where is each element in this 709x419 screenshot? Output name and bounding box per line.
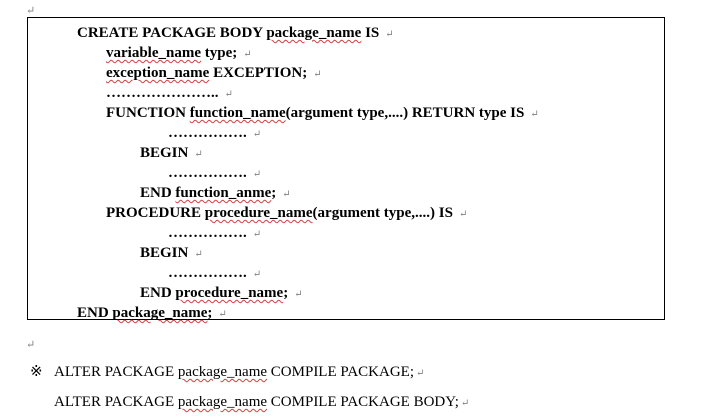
paragraph-mark: ↵ [252, 129, 262, 140]
paragraph-mark: ↵ [282, 189, 291, 200]
code-text: BEGIN [140, 145, 189, 161]
paragraph-mark: ↵ [416, 368, 425, 379]
code-text: END [77, 305, 113, 321]
paragraph-mark: ↵ [243, 49, 252, 60]
reference-mark-icon: ※ [30, 364, 43, 380]
paragraph-mark: ↵ [460, 398, 470, 409]
code-line: END package_name; ↵ [77, 303, 227, 323]
code-line: ……………. ↵ [168, 163, 261, 183]
code-text: PROCEDURE [106, 205, 205, 221]
code-identifier: variable_name [106, 45, 201, 61]
code-text: ; [283, 285, 289, 301]
paragraph-mark: ↵ [26, 339, 36, 351]
paragraph-mark: ↵ [26, 5, 36, 17]
paragraph-mark: ↵ [313, 69, 322, 80]
code-block: CREATE PACKAGE BODY package_name IS ↵ vari… [27, 17, 665, 323]
code-text: END [140, 185, 176, 201]
code-text: IS [361, 25, 380, 41]
code-text: END [140, 285, 176, 301]
paragraph-mark: ↵ [252, 269, 262, 280]
code-text: type; [201, 45, 238, 61]
code-line: BEGIN ↵ [140, 243, 203, 263]
paragraph-mark: ↵ [294, 289, 303, 300]
code-text: ALTER PACKAGE [54, 364, 178, 380]
paragraph-mark: ↵ [194, 249, 203, 260]
code-line: ……………. ↵ [168, 123, 261, 143]
paragraph-mark: ↵ [224, 89, 233, 100]
code-identifier: package_name [177, 364, 268, 380]
code-line: END procedure_name; ↵ [140, 283, 303, 303]
paragraph-mark: ↵ [458, 209, 468, 220]
paragraph-mark: ↵ [385, 29, 394, 40]
code-identifier: function_anme [175, 185, 272, 201]
code-line: ……………. ↵ [168, 263, 261, 283]
code-text: COMPILE PACKAGE BODY; [267, 394, 459, 410]
code-identifier: package_name [266, 25, 362, 41]
paragraph-mark: ↵ [218, 309, 227, 320]
code-line: ………………….. ↵ [106, 83, 233, 103]
code-text: FUNCTION [106, 105, 190, 121]
paragraph-mark: ↵ [194, 149, 203, 160]
code-line: exception_name EXCEPTION; ↵ [106, 63, 322, 83]
code-identifier: procedure_name [175, 285, 284, 301]
code-identifier: procedure_name [204, 205, 313, 221]
code-line: END function_anme; ↵ [140, 183, 291, 203]
paragraph-mark: ↵ [530, 109, 539, 120]
code-identifier: package_name [177, 394, 268, 410]
code-text: ……………. [168, 225, 247, 241]
code-text: ………………….. [106, 85, 219, 101]
paragraph-mark: ↵ [252, 229, 262, 240]
note-line: ALTER PACKAGE package_name COMPILE PACKA… [0, 392, 469, 414]
paragraph-mark: ↵ [252, 169, 262, 180]
code-text: ; [207, 305, 213, 321]
code-text: ……………. [168, 265, 247, 281]
code-identifier: exception_name [106, 65, 210, 81]
note-line: ※ ALTER PACKAGE package_name COMPILE PACK… [0, 362, 424, 384]
code-text: ; [271, 185, 277, 201]
code-text: ……………. [168, 165, 247, 181]
code-identifier: function_name [189, 105, 286, 121]
code-text: (argument type,....) IS [312, 205, 453, 221]
code-text: ALTER PACKAGE [54, 394, 178, 410]
code-line: FUNCTION function_name(argument type,...… [106, 103, 539, 123]
code-line: ……………. ↵ [168, 223, 261, 243]
code-line: BEGIN ↵ [140, 143, 203, 163]
code-identifier: package_name [112, 305, 208, 321]
code-text: ……………. [168, 125, 247, 141]
code-text: CREATE PACKAGE BODY [77, 25, 267, 41]
code-text: COMPILE PACKAGE; [267, 364, 415, 380]
code-text: (argument type,....) RETURN type IS [285, 105, 525, 121]
code-line: CREATE PACKAGE BODY package_name IS ↵ [77, 23, 394, 43]
code-line: variable_name type; ↵ [106, 43, 252, 63]
code-text: BEGIN [140, 245, 189, 261]
code-line: PROCEDURE procedure_name(argument type,.… [106, 203, 467, 223]
code-text: EXCEPTION; [209, 65, 308, 81]
